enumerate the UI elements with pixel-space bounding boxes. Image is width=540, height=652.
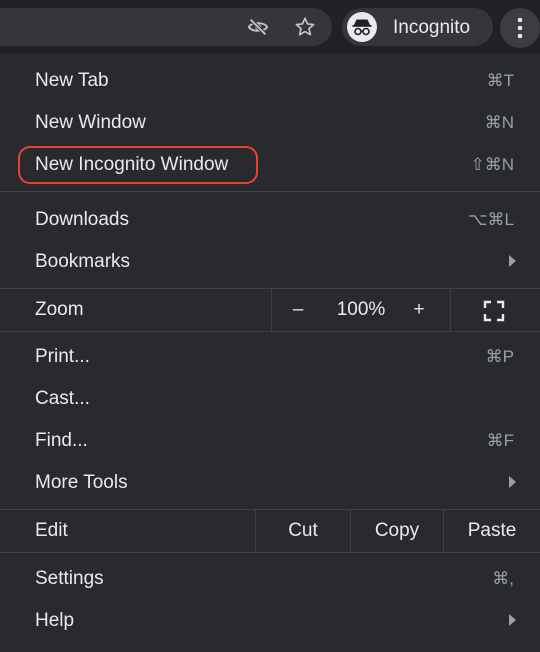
shortcut-label: ⌘F <box>486 431 514 450</box>
menu-item-new-tab[interactable]: New Tab ⌘T <box>0 60 540 102</box>
shortcut-label: ⌘P <box>485 347 514 366</box>
chrome-menu: New Tab ⌘T New Window ⌘N New Incognito W… <box>0 54 540 652</box>
browser-toolbar: Incognito <box>0 0 540 54</box>
submenu-arrow-icon <box>509 255 516 267</box>
menu-item-find[interactable]: Find... ⌘F <box>0 420 540 462</box>
menu-divider <box>0 191 540 192</box>
more-vert-icon[interactable] <box>500 8 540 48</box>
eye-off-icon[interactable] <box>247 16 269 38</box>
menu-item-bookmarks[interactable]: Bookmarks <box>0 241 540 283</box>
submenu-arrow-icon <box>509 476 516 488</box>
menu-item-label: Settings <box>35 568 104 589</box>
shortcut-label: ⌘N <box>484 113 514 132</box>
menu-item-label: New Tab <box>35 70 109 91</box>
shortcut-label: ⌥⌘L <box>467 210 514 229</box>
zoom-divider <box>450 289 451 331</box>
incognito-profile-button[interactable]: Incognito <box>342 8 493 46</box>
shortcut-label: ⌘, <box>492 569 514 588</box>
menu-item-label: New Window <box>35 112 146 133</box>
zoom-label: Zoom <box>35 299 84 320</box>
menu-item-settings[interactable]: Settings ⌘, <box>0 558 540 600</box>
menu-item-print[interactable]: Print... ⌘P <box>0 336 540 378</box>
menu-item-more-tools[interactable]: More Tools <box>0 462 540 504</box>
shortcut-label: ⇧⌘N <box>470 155 514 174</box>
menu-divider <box>0 552 540 553</box>
menu-item-label: Downloads <box>35 209 129 230</box>
menu-divider <box>0 331 540 332</box>
copy-button[interactable]: Copy <box>351 520 443 542</box>
menu-item-label: Cast... <box>35 388 90 409</box>
menu-item-help[interactable]: Help <box>0 600 540 642</box>
menu-item-downloads[interactable]: Downloads ⌥⌘L <box>0 199 540 241</box>
zoom-level: 100% <box>336 299 386 320</box>
incognito-label: Incognito <box>393 17 471 38</box>
menu-item-label: Find... <box>35 430 88 451</box>
shortcut-label: ⌘T <box>486 71 514 90</box>
submenu-arrow-icon <box>509 614 516 626</box>
zoom-in-button[interactable]: + <box>405 299 433 321</box>
address-bar[interactable] <box>0 8 332 46</box>
zoom-out-button[interactable]: – <box>284 299 312 321</box>
highlight-outline <box>18 146 258 184</box>
zoom-row: Zoom – 100% + <box>0 289 540 331</box>
menu-item-new-window[interactable]: New Window ⌘N <box>0 102 540 144</box>
edit-row: Edit Cut Copy Paste <box>0 510 540 552</box>
menu-item-cast[interactable]: Cast... <box>0 378 540 420</box>
incognito-icon <box>347 12 377 42</box>
edit-label: Edit <box>35 520 68 541</box>
cut-button[interactable]: Cut <box>256 520 350 542</box>
menu-item-label: Bookmarks <box>35 251 131 272</box>
menu-item-label: Help <box>35 610 75 631</box>
star-icon[interactable] <box>294 16 316 38</box>
zoom-divider <box>271 289 272 331</box>
menu-item-label: More Tools <box>35 472 128 493</box>
menu-item-label: Print... <box>35 346 90 367</box>
paste-button[interactable]: Paste <box>444 520 540 542</box>
fullscreen-icon[interactable] <box>483 300 505 322</box>
